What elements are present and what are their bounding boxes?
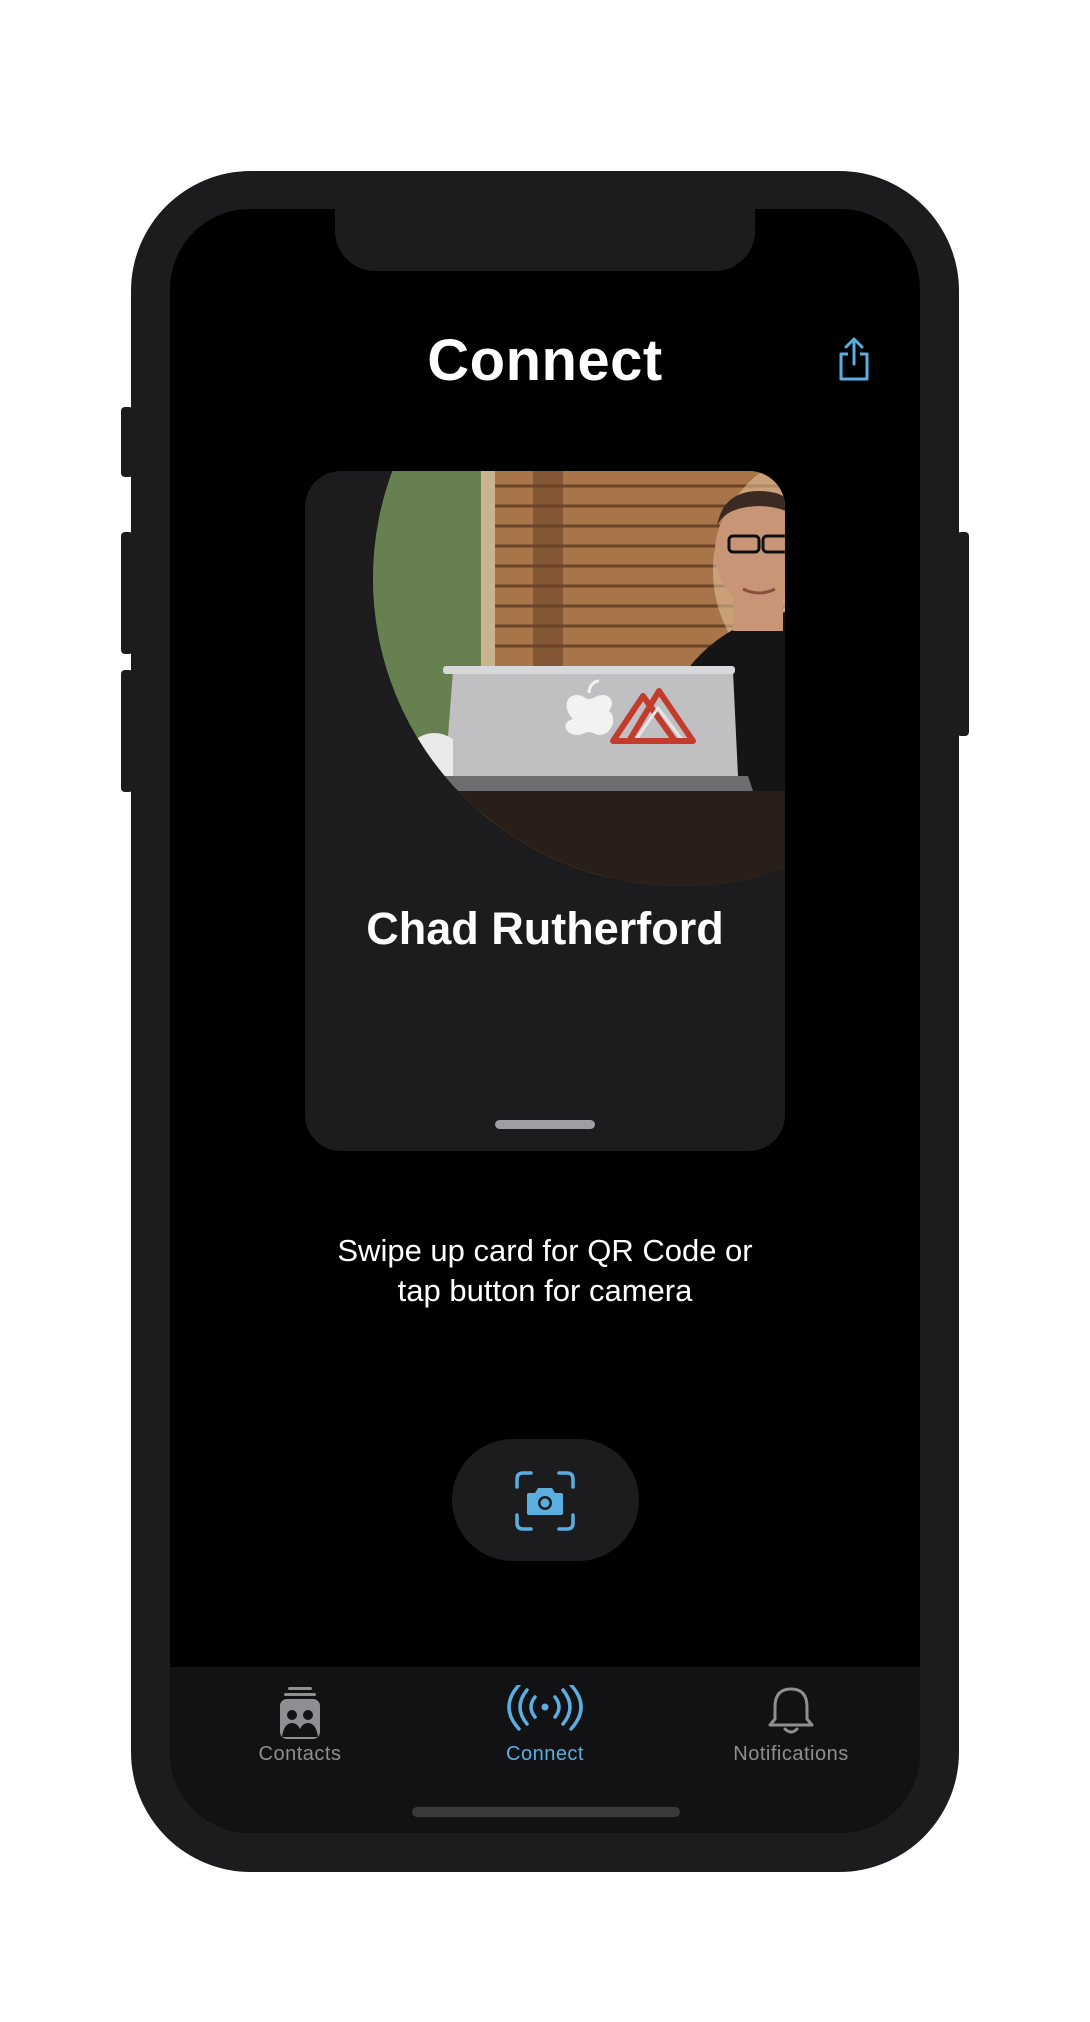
- camera-button[interactable]: [452, 1439, 639, 1561]
- bell-icon: [768, 1687, 814, 1734]
- tab-notifications[interactable]: Notifications: [691, 1667, 891, 1787]
- tab-notifications-label: Notifications: [733, 1743, 849, 1765]
- connect-broadcast-icon: [507, 1685, 583, 1731]
- tab-contacts[interactable]: Contacts: [200, 1667, 400, 1787]
- camera-scan-icon: [515, 1471, 575, 1531]
- share-icon: [839, 337, 869, 381]
- tab-contacts-label: Contacts: [258, 1743, 342, 1765]
- volume-up-button: [121, 532, 133, 654]
- share-button[interactable]: [836, 337, 872, 383]
- profile-photo: [373, 471, 785, 886]
- volume-down-button: [121, 670, 133, 792]
- home-indicator[interactable]: [412, 1807, 680, 1817]
- card-grabber-handle[interactable]: [495, 1120, 595, 1129]
- tab-connect[interactable]: Connect: [445, 1667, 645, 1787]
- contacts-icon: [280, 1687, 320, 1739]
- app-screen: Connect Chad Rutherford Swipe up card fo…: [170, 209, 920, 1833]
- tab-connect-label: Connect: [506, 1743, 584, 1765]
- power-button: [957, 532, 969, 736]
- notch: [335, 209, 755, 271]
- page-title: Connect: [427, 328, 663, 393]
- contact-name: Chad Rutherford: [366, 903, 724, 954]
- instruction-line-1: Swipe up card for QR Code or: [337, 1233, 753, 1268]
- instruction-line-2: tap button for camera: [397, 1273, 693, 1308]
- contact-card[interactable]: Chad Rutherford: [305, 471, 785, 1151]
- instruction-text: Swipe up card for QR Code or tap button …: [170, 1231, 920, 1311]
- mute-switch: [121, 407, 133, 477]
